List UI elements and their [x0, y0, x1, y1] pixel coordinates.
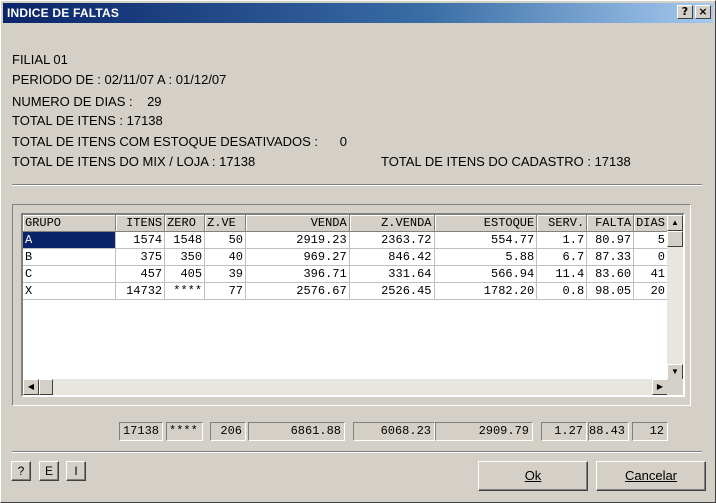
col-header-venda[interactable]: VENDA [245, 215, 350, 232]
table-row[interactable]: B 375 350 40 969.27 846.42 5.88 6.7 87.3… [23, 248, 668, 266]
cell-zve[interactable]: 40 [204, 248, 247, 266]
cell-zve[interactable]: 39 [204, 265, 247, 283]
horizontal-scroll-thumb[interactable] [39, 379, 53, 395]
table-row[interactable]: A 1574 1548 50 2919.23 2363.72 554.77 1.… [23, 231, 668, 249]
help-title-button[interactable]: ? [677, 5, 693, 19]
cell-estoque[interactable]: 554.77 [434, 231, 538, 249]
cell-venda[interactable]: 2576.67 [245, 282, 350, 300]
scroll-down-icon[interactable]: ▼ [667, 364, 683, 380]
col-header-itens[interactable]: ITENS [115, 215, 166, 232]
vertical-scrollbar[interactable]: ▲ ▼ [667, 215, 683, 380]
cell-serv[interactable]: 0.8 [536, 282, 588, 300]
cell-venda[interactable]: 396.71 [245, 265, 350, 283]
cell-falta[interactable]: 98.05 [586, 282, 635, 300]
horizontal-scrollbar[interactable]: ◀ ▶ [23, 379, 668, 395]
cell-falta[interactable]: 87.33 [586, 248, 635, 266]
total-desativados-label: TOTAL DE ITENS COM ESTOQUE DESATIVADOS :… [12, 134, 347, 149]
table-row[interactable]: C 457 405 39 396.71 331.64 566.94 11.4 8… [23, 265, 668, 283]
total-dias-field: 12 [632, 422, 668, 441]
cell-zero[interactable]: 1548 [164, 231, 206, 249]
ok-button[interactable]: Ok [478, 461, 588, 491]
cell-venda[interactable]: 2919.23 [245, 231, 350, 249]
cell-zero[interactable]: 405 [164, 265, 206, 283]
cell-dias[interactable]: 5 [633, 231, 668, 249]
table-row[interactable]: X 14732 **** 77 2576.67 2526.45 1782.20 … [23, 282, 668, 300]
col-header-serv[interactable]: SERV. [536, 215, 588, 232]
cell-zvenda[interactable]: 331.64 [349, 265, 435, 283]
total-itens-label: TOTAL DE ITENS : 17138 [12, 113, 163, 128]
col-header-estoque[interactable]: ESTOQUE [434, 215, 538, 232]
total-cadastro-label: TOTAL DE ITENS DO CADASTRO : 17138 [381, 154, 631, 169]
close-title-button[interactable]: × [695, 5, 711, 19]
total-zvenda-field: 6068.23 [353, 422, 435, 441]
top-separator [12, 184, 702, 186]
cell-zvenda[interactable]: 846.42 [349, 248, 435, 266]
total-falta-field: 88.43 [588, 422, 629, 441]
total-zero-field: **** [166, 422, 203, 441]
indice-de-faltas-dialog: INDICE DE FALTAS ? × FILIAL 01 PERIODO D… [0, 0, 716, 503]
ok-button-label: Ok [524, 468, 542, 483]
cell-grupo[interactable]: B [23, 248, 117, 266]
col-header-dias[interactable]: DIAS [633, 215, 668, 232]
cancel-button[interactable]: Cancelar [596, 461, 706, 491]
cell-zero[interactable]: **** [164, 282, 206, 300]
cell-grupo[interactable]: C [23, 265, 117, 283]
col-header-zvenda[interactable]: Z.VENDA [349, 215, 435, 232]
col-header-zero[interactable]: ZERO [164, 215, 206, 232]
scroll-up-icon[interactable]: ▲ [667, 215, 683, 231]
cell-zvenda[interactable]: 2363.72 [349, 231, 435, 249]
total-mix-label: TOTAL DE ITENS DO MIX / LOJA : 17138 [12, 154, 256, 169]
cell-itens[interactable]: 375 [115, 248, 166, 266]
cell-zvenda[interactable]: 2526.45 [349, 282, 435, 300]
scroll-corner [667, 379, 683, 395]
data-grid[interactable]: GRUPO ITENS ZERO Z.VE VENDA Z.VENDA ESTO… [21, 213, 685, 397]
cell-grupo[interactable]: A [23, 231, 117, 249]
total-venda-field: 6861.88 [248, 422, 345, 441]
cell-itens[interactable]: 1574 [115, 231, 166, 249]
cell-serv[interactable]: 6.7 [536, 248, 588, 266]
col-header-falta[interactable]: FALTA [586, 215, 635, 232]
col-header-grupo[interactable]: GRUPO [23, 215, 117, 232]
periodo-label: PERIODO DE : 02/11/07 A : 01/12/07 [12, 72, 227, 87]
cell-estoque[interactable]: 566.94 [434, 265, 538, 283]
cell-estoque[interactable]: 1782.20 [434, 282, 538, 300]
scroll-left-icon[interactable]: ◀ [23, 379, 39, 395]
window-title: INDICE DE FALTAS [7, 6, 120, 20]
cell-itens[interactable]: 457 [115, 265, 166, 283]
cell-zve[interactable]: 50 [204, 231, 247, 249]
total-itens-field: 17138 [119, 422, 163, 441]
cell-zero[interactable]: 350 [164, 248, 206, 266]
total-estoque-field: 2909.79 [435, 422, 533, 441]
vertical-scroll-thumb[interactable] [667, 231, 683, 247]
numero-dias-label: NUMERO DE DIAS : 29 [12, 94, 162, 109]
cell-dias[interactable]: 20 [633, 282, 668, 300]
i-button[interactable]: I [66, 461, 86, 481]
total-serv-field: 1.27 [541, 422, 587, 441]
cell-zve[interactable]: 77 [204, 282, 247, 300]
cancel-button-label: Cancelar [624, 468, 678, 483]
cell-itens[interactable]: 14732 [115, 282, 166, 300]
total-zve-field: 206 [210, 422, 246, 441]
cell-serv[interactable]: 11.4 [536, 265, 588, 283]
cell-grupo[interactable]: X [23, 282, 117, 300]
help-button[interactable]: ? [11, 461, 31, 481]
cell-dias[interactable]: 41 [633, 265, 668, 283]
title-bar[interactable]: INDICE DE FALTAS ? × [3, 3, 713, 23]
col-header-zve[interactable]: Z.VE [204, 215, 247, 232]
grid-table: GRUPO ITENS ZERO Z.VE VENDA Z.VENDA ESTO… [23, 215, 668, 300]
cell-estoque[interactable]: 5.88 [434, 248, 538, 266]
cell-dias[interactable]: 0 [633, 248, 668, 266]
grid-header-row: GRUPO ITENS ZERO Z.VE VENDA Z.VENDA ESTO… [23, 215, 668, 232]
cell-falta[interactable]: 80.97 [586, 231, 635, 249]
cell-venda[interactable]: 969.27 [245, 248, 350, 266]
filial-label: FILIAL 01 [12, 52, 68, 67]
scroll-right-icon[interactable]: ▶ [652, 379, 668, 395]
e-button[interactable]: E [39, 461, 59, 481]
cell-serv[interactable]: 1.7 [536, 231, 588, 249]
bottom-separator [12, 451, 702, 453]
cell-falta[interactable]: 83.60 [586, 265, 635, 283]
